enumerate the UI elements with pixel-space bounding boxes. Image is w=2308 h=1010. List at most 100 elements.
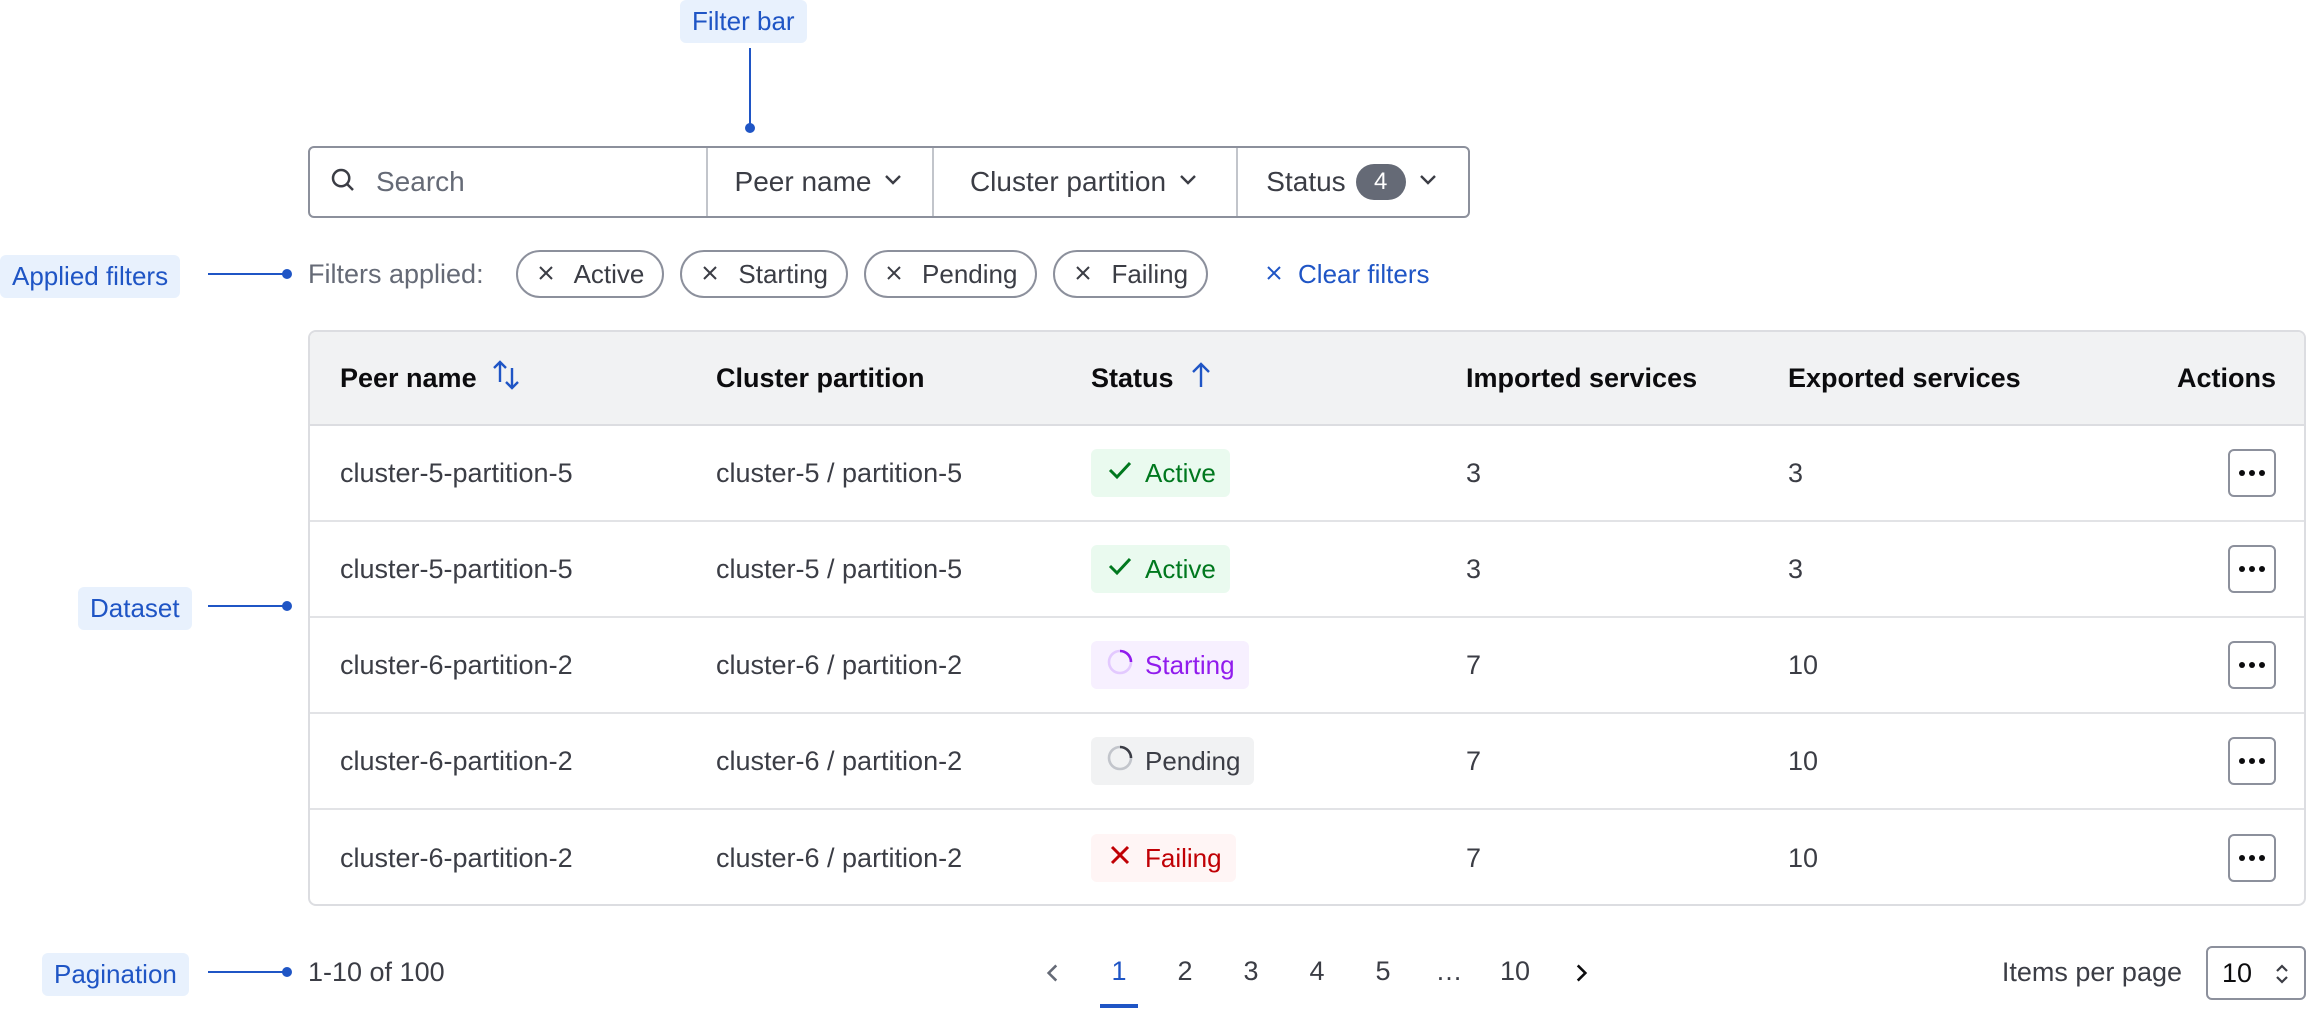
cell-exported-services: 3 bbox=[1788, 457, 1804, 488]
status-label: Failing bbox=[1145, 842, 1222, 873]
clear-filters-label: Clear filters bbox=[1298, 258, 1430, 289]
cell-exported-services: 10 bbox=[1788, 649, 1819, 680]
cell-actions bbox=[2228, 834, 2276, 882]
filter-chip-label: Pending bbox=[922, 258, 1018, 289]
filter-chip[interactable]: Active bbox=[515, 250, 665, 298]
close-icon[interactable] bbox=[536, 259, 556, 290]
status-label: Active bbox=[1145, 553, 1216, 584]
chevron-down-icon bbox=[881, 166, 905, 198]
cell-status: Active bbox=[1091, 545, 1230, 593]
filter-cluster-partition-label: Cluster partition bbox=[969, 166, 1167, 197]
filter-status-button[interactable]: Status 4 bbox=[1238, 148, 1468, 216]
search-icon bbox=[328, 165, 358, 200]
x-icon bbox=[1105, 840, 1135, 877]
column-header-label: Peer name bbox=[340, 362, 477, 393]
cell-peer-name: cluster-5-partition-5 bbox=[340, 553, 573, 584]
search-input[interactable]: Search bbox=[376, 166, 465, 198]
cell-imported-services: 7 bbox=[1466, 842, 1482, 873]
table-header: Peer name Cluster partition Status Impor… bbox=[310, 332, 2304, 426]
cell-peer-name: cluster-6-partition-2 bbox=[340, 842, 573, 873]
close-icon bbox=[1264, 259, 1284, 290]
cell-status: Active bbox=[1091, 449, 1230, 497]
applied-filters: Filters applied: Active Starting Pending… bbox=[308, 250, 1430, 298]
cell-actions bbox=[2228, 449, 2276, 497]
status-label: Starting bbox=[1145, 649, 1235, 680]
items-per-page-label: Items per page bbox=[2001, 957, 2182, 987]
column-header-peer-name[interactable]: Peer name bbox=[340, 358, 521, 399]
cell-cluster-partition: cluster-5 / partition-5 bbox=[716, 553, 963, 584]
cell-peer-name: cluster-6-partition-2 bbox=[340, 649, 573, 680]
previous-page-button[interactable] bbox=[1020, 950, 1086, 1010]
status-badge: Failing bbox=[1091, 834, 1236, 882]
table-row: cluster-6-partition-2 cluster-6 / partit… bbox=[310, 714, 2304, 810]
filter-peer-name-label: Peer name bbox=[734, 166, 872, 197]
more-actions-button[interactable] bbox=[2228, 545, 2276, 593]
more-actions-button[interactable] bbox=[2228, 449, 2276, 497]
search-field[interactable]: Search bbox=[310, 148, 708, 216]
callout-filter-bar: Filter bar bbox=[680, 0, 807, 44]
chevron-down-icon bbox=[1416, 166, 1440, 198]
clear-filters-button[interactable]: Clear filters bbox=[1264, 258, 1430, 290]
check-icon bbox=[1105, 551, 1135, 588]
cell-imported-services: 3 bbox=[1466, 553, 1482, 584]
column-header-actions: Actions bbox=[2176, 362, 2276, 393]
close-icon[interactable] bbox=[884, 259, 904, 290]
page-button[interactable]: 5 bbox=[1350, 950, 1416, 1010]
status-label: Active bbox=[1145, 457, 1216, 488]
close-icon[interactable] bbox=[1073, 259, 1093, 290]
cell-status: Failing bbox=[1091, 834, 1236, 882]
more-actions-button[interactable] bbox=[2228, 834, 2276, 882]
page-button[interactable]: 4 bbox=[1284, 950, 1350, 1010]
more-actions-button[interactable] bbox=[2228, 737, 2276, 785]
cell-cluster-partition: cluster-6 / partition-2 bbox=[716, 649, 963, 680]
page-button[interactable]: 1 bbox=[1086, 950, 1152, 1010]
callout-dataset: Dataset bbox=[78, 587, 192, 631]
next-page-button[interactable] bbox=[1548, 950, 1614, 1010]
page-button[interactable]: 3 bbox=[1218, 950, 1284, 1010]
callout-pagination-dot bbox=[282, 967, 292, 977]
callout-applied-filters-line bbox=[208, 273, 288, 275]
filter-cluster-partition-button[interactable]: Cluster partition bbox=[934, 148, 1238, 216]
cell-peer-name: cluster-6-partition-2 bbox=[340, 745, 573, 776]
chevron-left-icon bbox=[1040, 956, 1066, 1010]
items-per-page-select[interactable]: 10 bbox=[2206, 946, 2306, 1000]
cell-actions bbox=[2228, 641, 2276, 689]
status-badge: Active bbox=[1091, 545, 1230, 593]
page-button[interactable]: 10 bbox=[1482, 950, 1548, 1010]
cell-actions bbox=[2228, 737, 2276, 785]
pagination-nav: 1 2 3 4 5 … 10 bbox=[1020, 950, 1614, 1010]
callout-applied-filters: Applied filters bbox=[0, 255, 181, 299]
filter-chip-label: Failing bbox=[1111, 258, 1189, 289]
sort-ascending-icon[interactable] bbox=[1188, 360, 1214, 397]
more-actions-button[interactable] bbox=[2228, 641, 2276, 689]
page-ellipsis: … bbox=[1435, 956, 1463, 986]
filter-chip[interactable]: Starting bbox=[680, 250, 849, 298]
filter-count-badge: 4 bbox=[1355, 164, 1406, 200]
items-per-page-value: 10 bbox=[2222, 957, 2253, 988]
close-icon[interactable] bbox=[700, 259, 720, 290]
filter-bar: Search Peer name Cluster partition Statu… bbox=[308, 146, 1470, 218]
table-row: cluster-5-partition-5 cluster-5 / partit… bbox=[310, 426, 2304, 522]
table-row: cluster-6-partition-2 cluster-6 / partit… bbox=[310, 810, 2304, 904]
pagination-info: 1-10 of 100 bbox=[308, 957, 445, 987]
filter-chip[interactable]: Failing bbox=[1053, 250, 1209, 298]
status-badge: Pending bbox=[1091, 737, 1255, 785]
cell-cluster-partition: cluster-6 / partition-2 bbox=[716, 842, 963, 873]
cell-exported-services: 10 bbox=[1788, 842, 1819, 873]
column-header-label: Status bbox=[1091, 362, 1174, 393]
cell-exported-services: 10 bbox=[1788, 745, 1819, 776]
sort-icon[interactable] bbox=[491, 358, 521, 399]
status-badge: Active bbox=[1091, 449, 1230, 497]
loading-spinner-icon bbox=[1105, 743, 1135, 780]
table-row: cluster-6-partition-2 cluster-6 / partit… bbox=[310, 618, 2304, 714]
cell-cluster-partition: cluster-6 / partition-2 bbox=[716, 745, 963, 776]
filter-chip-label: Starting bbox=[738, 258, 829, 289]
callout-dataset-line bbox=[208, 605, 288, 607]
filter-peer-name-button[interactable]: Peer name bbox=[708, 148, 934, 216]
column-header-exported-services: Exported services bbox=[1788, 362, 2021, 393]
filter-chip[interactable]: Pending bbox=[864, 250, 1038, 298]
check-icon bbox=[1105, 455, 1135, 492]
page-button[interactable]: 2 bbox=[1152, 950, 1218, 1010]
column-header-status[interactable]: Status bbox=[1091, 360, 1214, 397]
dataset-table: Peer name Cluster partition Status Impor… bbox=[308, 330, 2306, 906]
